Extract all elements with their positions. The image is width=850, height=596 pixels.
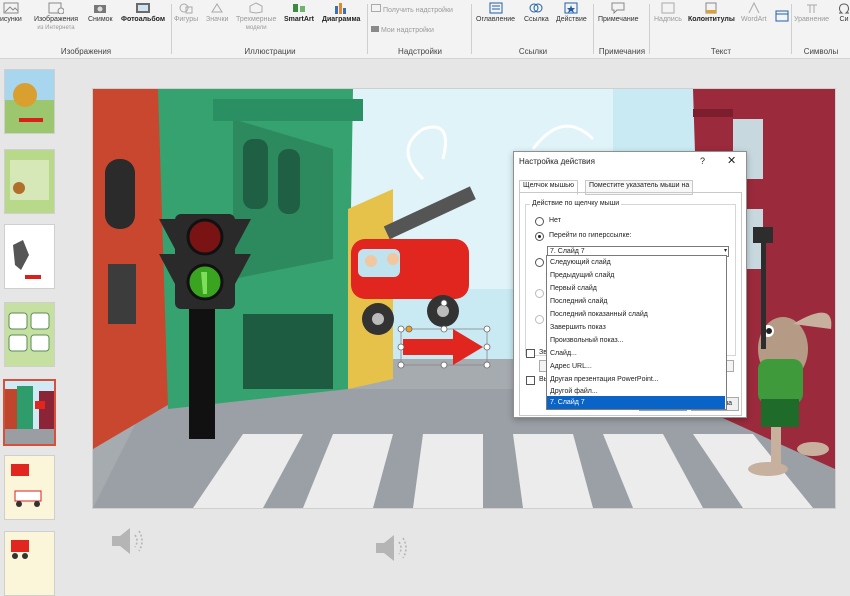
online-pictures-button[interactable]: Изображения из Интернета [34,2,78,32]
close-icon[interactable]: ✕ [727,154,736,167]
dropdown-option[interactable]: Последний показанный слайд [547,308,725,321]
wordart-button[interactable]: WordArt [741,2,767,24]
shapes-icon [179,3,193,14]
toc-icon [489,2,503,14]
fieldset-legend: Действие по щелчку мыши [530,200,622,207]
dropdown-option[interactable]: Следующий слайд [547,256,725,269]
icons-button[interactable]: Значки [206,2,228,24]
pictures-icon [3,2,19,14]
slide-thumbnail[interactable] [4,224,55,289]
camera-icon [94,5,107,13]
header-footer-icon [705,2,717,14]
group-label-addins: Надстройки [398,47,442,56]
wordart-icon [748,2,760,14]
speaker-icon[interactable] [372,532,412,564]
omega-icon [839,3,849,14]
pictures-button[interactable]: исунки [0,2,22,24]
action-icon [564,2,578,14]
symbol-button[interactable]: Си [836,2,850,24]
ribbon-group-illustrations: Фигуры Значки Трехмерные модели SmartArt… [172,0,368,58]
icons-icon [211,3,224,13]
play-sound-checkbox[interactable] [526,349,535,358]
radio-hyperlink[interactable] [535,232,544,241]
3d-models-button[interactable]: Трехмерные модели [236,2,276,32]
hyperlink-target-value: 7. Слайд 7 [550,248,585,255]
highlight-checkbox[interactable] [526,376,535,385]
link-icon [529,3,543,13]
radio-run-macro [535,289,544,298]
screenshot-button[interactable]: Снимок [88,2,113,24]
ribbon: исунки Изображения из Интернета Снимок Ф… [0,0,850,59]
group-label-illustrations: Иллюстрации [244,47,296,56]
slide-thumbnail-pane [0,59,60,596]
speaker-icon[interactable] [108,525,148,557]
help-icon[interactable]: ? [700,156,705,166]
dropdown-option-selected[interactable]: 7. Слайд 7 [547,396,725,409]
chart-icon [335,3,347,14]
ribbon-group-symbols: Уравнение Си Символы [792,0,850,58]
radio-hyperlink-label: Перейти по гиперссылке: [549,232,632,239]
dropdown-option[interactable]: Адрес URL... [547,360,725,373]
cube-icon [249,2,263,14]
equation-button[interactable]: Уравнение [794,2,829,24]
dialog-title: Настройка действия [519,157,595,166]
thumbnail-picture [5,381,54,444]
textbox-button[interactable]: Надпись [654,2,682,24]
ribbon-group-text: Надпись Колонтитулы WordArt Текст [650,0,792,58]
object-icon [775,10,789,22]
comment-icon [611,2,625,14]
group-label-images: Изображения [60,47,112,56]
slide-thumbnail[interactable] [4,455,55,520]
store-icon [371,4,381,12]
dropdown-option[interactable]: Завершить показ [547,321,725,334]
online-pictures-icon [48,2,64,14]
my-addins-button[interactable]: Мои надстройки [371,26,434,35]
smartart-button[interactable]: SmartArt [284,2,314,24]
slide-thumbnail[interactable] [4,149,55,214]
thumbnail-picture [5,303,54,366]
hyperlink-target-dropdown: Следующий слайд Предыдущий слайд Первый … [546,255,727,410]
ribbon-group-addins: Получить надстройки Мои надстройки Надст… [368,0,472,58]
slide-thumbnail[interactable] [4,531,55,596]
group-label-links: Ссылки [518,47,548,56]
ribbon-group-images: исунки Изображения из Интернета Снимок Ф… [0,0,172,58]
thumbnail-picture [5,456,54,519]
group-label-text: Текст [710,47,732,56]
comment-button[interactable]: Примечание [598,2,639,24]
dropdown-option[interactable]: Первый слайд [547,282,725,295]
smartart-icon [292,4,305,12]
thumbnail-picture [5,150,54,213]
slide-thumbnail-selected[interactable] [3,379,56,446]
group-label-comments: Примечания [598,47,646,56]
textbox-icon [661,2,675,14]
ribbon-group-comments: Примечание Примечания [594,0,650,58]
action-button[interactable]: Действие [556,2,587,24]
dropdown-option[interactable]: Последний слайд [547,295,725,308]
thumbnail-picture [5,70,54,133]
dropdown-option[interactable]: Предыдущий слайд [547,269,725,282]
header-footer-button[interactable]: Колонтитулы [688,2,735,24]
photo-album-icon [136,3,151,13]
dropdown-option[interactable]: Произвольный показ... [547,334,725,347]
get-addins-button[interactable]: Получить надстройки [371,4,453,15]
addin-icon [371,26,379,32]
link-button[interactable]: Ссылка [524,2,549,24]
ribbon-group-links: Оглавление Ссылка Действие Ссылки [472,0,594,58]
dropdown-option[interactable]: Слайд... [547,347,725,360]
text-misc-button[interactable] [774,10,790,24]
radio-run-program[interactable] [535,258,544,267]
slide-thumbnail[interactable] [4,302,55,367]
thumbnail-picture [5,532,54,595]
slide-thumbnail[interactable] [4,69,55,134]
shapes-button[interactable]: Фигуры [174,2,198,24]
thumbnail-picture [5,225,54,288]
radio-none[interactable] [535,217,544,226]
photo-album-button[interactable]: Фотоальбом [121,2,165,24]
radio-object-action [535,315,544,324]
pi-icon [806,4,817,13]
chart-button[interactable]: Диаграмма [322,2,360,24]
group-label-symbols: Символы [803,47,839,56]
table-of-contents-button[interactable]: Оглавление [476,2,515,24]
radio-none-label: Нет [549,217,561,224]
